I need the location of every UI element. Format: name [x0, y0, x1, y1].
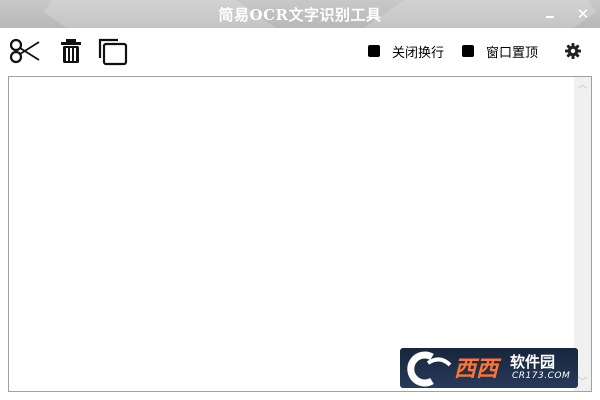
watermark-brand: 西西: [454, 357, 499, 382]
chevron-down-icon: ﹀: [577, 377, 588, 388]
cr173-logo-icon: [407, 351, 452, 387]
always-on-top-checkbox[interactable]: 窗口置顶: [462, 42, 539, 61]
watermark-url: CR173.COM: [512, 371, 571, 381]
watermark-logo: 西西 软件园 CR173.COM: [400, 348, 578, 388]
screenshot-button[interactable]: [8, 36, 42, 66]
toolbar: 关闭换行 窗口置顶: [0, 28, 600, 74]
clear-button[interactable]: [56, 36, 90, 66]
result-text-input[interactable]: [9, 77, 575, 391]
checkbox-indicator: [368, 45, 380, 57]
disable-wrap-checkbox[interactable]: 关闭换行: [368, 42, 445, 61]
gear-icon: [565, 43, 581, 59]
copy-button[interactable]: [96, 36, 130, 66]
always-on-top-label: 窗口置顶: [486, 45, 539, 61]
settings-button[interactable]: [563, 41, 583, 61]
trash-icon: [61, 39, 81, 63]
minimize-button[interactable]: [540, 4, 560, 24]
chevron-up-icon: ︿: [577, 80, 588, 91]
copy-icon: [98, 38, 128, 66]
window-title: 简易OCR文字识别工具: [218, 6, 382, 24]
close-button[interactable]: ✕: [573, 4, 593, 24]
scroll-up-button[interactable]: ︿: [574, 77, 591, 94]
scissors-icon: [9, 38, 40, 64]
checkbox-indicator: [462, 45, 474, 57]
vertical-scrollbar[interactable]: ︿ ﹀: [574, 77, 591, 391]
result-text-area[interactable]: ︿ ﹀: [8, 76, 592, 392]
watermark-site-name: 软件园: [510, 353, 556, 371]
disable-wrap-label: 关闭换行: [392, 45, 445, 61]
close-icon: ✕: [576, 5, 590, 23]
title-bar[interactable]: 简易OCR文字识别工具 ✕: [0, 0, 600, 28]
